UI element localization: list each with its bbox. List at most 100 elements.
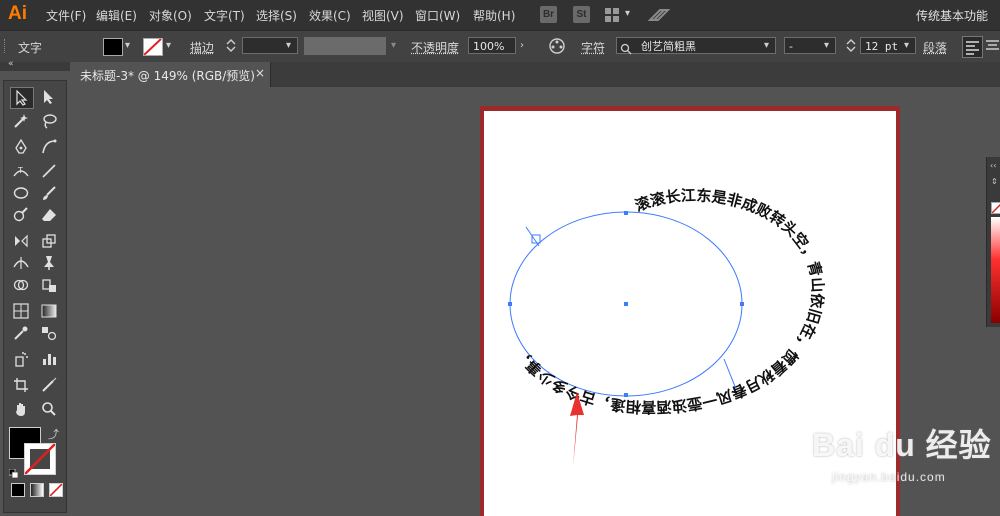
color-mode-icon[interactable]: [11, 483, 25, 497]
color-panel[interactable]: ‹‹ ⇕: [986, 157, 1000, 327]
grip-icon[interactable]: [4, 39, 8, 53]
slice-tool-icon[interactable]: [38, 375, 60, 395]
symbol-sprayer-tool-icon[interactable]: [10, 349, 32, 369]
watermark: Bai du 经验 jingyan.baidu.com: [770, 410, 995, 505]
opacity-chevron-right-icon[interactable]: ›: [520, 40, 524, 51]
menu-object[interactable]: 对象(O): [149, 7, 192, 24]
blend-tool-icon[interactable]: [38, 323, 60, 343]
menu-view[interactable]: 视图(V): [362, 7, 404, 24]
watermark-brand: Bai du 经验: [812, 427, 992, 463]
type-on-path-tool-icon[interactable]: T: [10, 161, 32, 181]
curvature-tool-icon[interactable]: [38, 137, 60, 157]
watermark-url: jingyan.baidu.com: [832, 470, 946, 484]
anchor-point-left[interactable]: [508, 302, 512, 306]
font-size-chevron-icon[interactable]: ▾: [904, 40, 909, 51]
menu-help[interactable]: 帮助(H): [473, 7, 515, 24]
tools-panel: T ⤴: [3, 80, 67, 513]
zoom-tool-icon[interactable]: [38, 399, 60, 419]
anchor-point-right[interactable]: [740, 302, 744, 306]
live-paint-bucket-icon[interactable]: [38, 275, 60, 295]
width-tool-icon[interactable]: [10, 253, 32, 273]
line-segment-tool-icon[interactable]: [38, 161, 60, 181]
panel-none-swatch[interactable]: [991, 202, 1000, 214]
align-left-button[interactable]: [962, 36, 983, 58]
gpu-performance-icon[interactable]: [647, 6, 671, 24]
shaper-tool-icon[interactable]: [10, 205, 32, 225]
scale-tool-icon[interactable]: [38, 231, 60, 251]
menu-edit[interactable]: 编辑(E): [96, 7, 137, 24]
panel-stepper-icon[interactable]: ⇕: [991, 177, 998, 186]
text-end-bracket[interactable]: [723, 358, 737, 390]
shape-builder-tool-icon[interactable]: [10, 275, 32, 295]
profile-chevron-icon[interactable]: ▾: [391, 40, 396, 51]
swap-colors-icon[interactable]: ⤴: [48, 426, 59, 442]
anchor-point-top[interactable]: [624, 211, 628, 215]
font-family-chevron-icon[interactable]: ▾: [764, 40, 769, 51]
eyedropper-tool-icon[interactable]: [10, 323, 32, 343]
paragraph-label[interactable]: 段落: [923, 39, 947, 56]
stroke-swatch[interactable]: [143, 38, 163, 56]
selection-tool-icon[interactable]: [10, 87, 34, 109]
stroke-label[interactable]: 描边: [190, 39, 214, 56]
variable-width-profile[interactable]: [304, 37, 386, 55]
collapse-icon[interactable]: «: [8, 59, 14, 69]
menu-effect[interactable]: 效果(C): [309, 7, 351, 24]
none-mode-icon[interactable]: [49, 483, 63, 497]
anchor-point-bottom[interactable]: [624, 393, 628, 397]
hand-tool-icon[interactable]: [10, 399, 32, 419]
font-style-chevron-icon[interactable]: ▾: [824, 40, 829, 51]
lasso-tool-icon[interactable]: [38, 111, 60, 131]
font-family-input[interactable]: 创艺简粗黑: [616, 37, 776, 54]
rotate-tool-icon[interactable]: [10, 231, 32, 251]
color-spectrum-bar[interactable]: [991, 217, 1000, 323]
menu-bar: Ai 文件(F) 编辑(E) 对象(O) 文字(T) 选择(S) 效果(C) 视…: [0, 0, 1000, 30]
puppet-warp-tool-icon[interactable]: [38, 253, 60, 273]
artboard-tool-icon[interactable]: [10, 375, 32, 395]
font-size-stepper[interactable]: [844, 37, 858, 54]
chevron-down-icon[interactable]: ▾: [625, 8, 630, 19]
svg-text:T: T: [17, 166, 23, 175]
tools-collapse-strip[interactable]: «: [0, 59, 70, 71]
search-icon: [620, 40, 634, 55]
control-bar: 文字 ▾ ▾ 描边 ▾ ▾ 不透明度 100% › 字符 创艺简粗黑 ▾ - ▾…: [0, 30, 1000, 64]
menu-file[interactable]: 文件(F): [46, 7, 86, 24]
recolor-artwork-icon[interactable]: [548, 37, 566, 55]
column-graph-tool-icon[interactable]: [38, 349, 60, 369]
menu-window[interactable]: 窗口(W): [415, 7, 460, 24]
magic-wand-tool-icon[interactable]: [10, 111, 32, 131]
menu-type[interactable]: 文字(T): [204, 7, 245, 24]
stroke-dropdown-chevron-icon[interactable]: ▾: [166, 40, 171, 51]
stroke-weight-stepper[interactable]: [222, 37, 240, 54]
panel-grip-icon[interactable]: ‹‹: [990, 161, 996, 170]
perspective-grid-tool-icon[interactable]: [10, 301, 32, 321]
pen-tool-icon[interactable]: [10, 137, 32, 157]
character-label[interactable]: 字符: [581, 39, 605, 56]
center-point[interactable]: [624, 302, 628, 306]
close-icon[interactable]: ×: [255, 66, 265, 80]
app-logo: Ai: [8, 3, 27, 24]
opacity-label[interactable]: 不透明度: [411, 39, 459, 56]
document-tab-title: 未标题-3* @ 149% (RGB/预览): [80, 69, 255, 83]
gradient-mode-icon[interactable]: [30, 483, 44, 497]
bridge-button[interactable]: Br: [540, 6, 557, 23]
default-colors-icon[interactable]: [8, 463, 19, 479]
fill-swatch[interactable]: [103, 38, 123, 56]
menu-select[interactable]: 选择(S): [256, 7, 297, 24]
eraser-tool-icon[interactable]: [38, 205, 60, 225]
fill-dropdown-chevron-icon[interactable]: ▾: [125, 40, 130, 51]
workspace-switcher[interactable]: 传统基本功能: [916, 7, 988, 24]
opacity-input[interactable]: 100%: [468, 37, 516, 54]
stroke-color-swatch[interactable]: [24, 443, 56, 475]
gradient-tool-icon[interactable]: [38, 301, 60, 321]
path-text[interactable]: 滚滚长江东是非成败转头空，青山依旧在，惯看秋月春风一壶浊酒喜相逢，古今多少事，: [512, 186, 827, 416]
arrange-documents-icon[interactable]: [604, 7, 620, 23]
direct-selection-tool-icon[interactable]: [38, 87, 60, 107]
align-center-button[interactable]: [984, 36, 1000, 56]
paw-logo-icon: [770, 410, 814, 460]
tool-name-label: 文字: [18, 41, 43, 55]
paintbrush-tool-icon[interactable]: [38, 183, 60, 203]
ellipse-tool-icon[interactable]: [10, 183, 32, 203]
stroke-weight-chevron-icon[interactable]: ▾: [286, 40, 291, 51]
document-tab[interactable]: 未标题-3* @ 149% (RGB/预览) ×: [70, 62, 271, 87]
stock-button[interactable]: St: [573, 6, 590, 23]
